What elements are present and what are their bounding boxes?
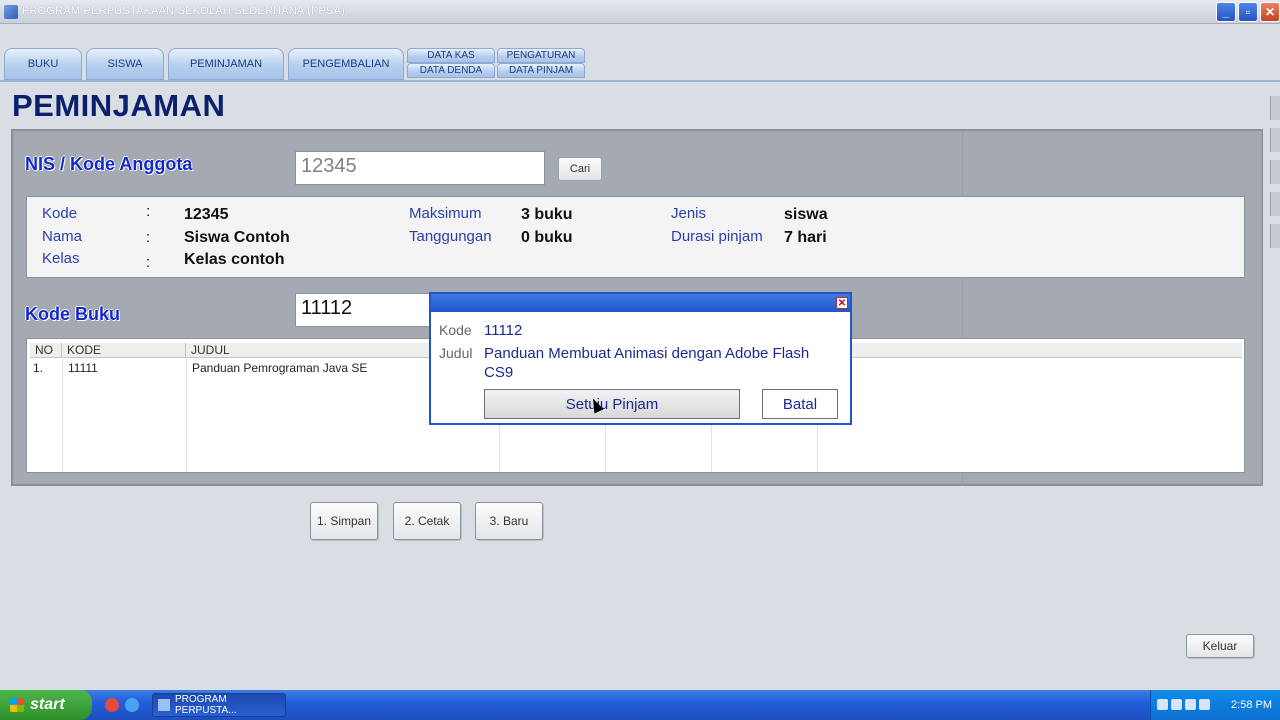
taskbar: start PROGRAM PERPUSTA... 2:58 PM bbox=[0, 690, 1280, 720]
network-icon[interactable] bbox=[1157, 699, 1168, 710]
row-kode: 11111 bbox=[68, 361, 98, 375]
nama-value: Siswa Contoh bbox=[184, 229, 290, 246]
table-column-line bbox=[62, 359, 63, 472]
dialog-judul-label: Judul bbox=[439, 345, 473, 361]
confirm-loan-dialog: ✕ Kode 11112 Judul Panduan Membuat Anima… bbox=[429, 292, 852, 425]
tab-data-pinjam[interactable]: DATA PINJAM bbox=[497, 63, 585, 78]
batal-button[interactable]: Batal bbox=[762, 389, 838, 419]
volume-icon[interactable] bbox=[1171, 699, 1182, 710]
clock: 2:58 PM bbox=[1231, 699, 1272, 711]
taskbar-program-label: PROGRAM PERPUSTA... bbox=[175, 694, 237, 716]
dialog-judul-value: Panduan Membuat Animasi dengan Adobe Fla… bbox=[484, 345, 810, 381]
dialog-title-bar bbox=[431, 294, 850, 312]
member-input[interactable]: 12345 bbox=[295, 151, 545, 185]
cetak-button[interactable]: 2. Cetak bbox=[393, 502, 461, 540]
windows-flag-icon bbox=[10, 698, 24, 712]
system-tray: 2:58 PM bbox=[1150, 690, 1280, 720]
internet-explorer-icon[interactable] bbox=[125, 698, 139, 712]
window-title-bar: PROGRAM PERPUSTAKAAN SEKOLAH SEDERHANA (… bbox=[0, 0, 1280, 24]
tab-siswa[interactable]: SISWA bbox=[86, 48, 164, 80]
tanggungan-label: Tanggungan bbox=[409, 228, 492, 245]
tab-data-kas[interactable]: DATA KAS bbox=[407, 48, 495, 63]
update-icon[interactable] bbox=[1199, 699, 1210, 710]
simpan-button[interactable]: 1. Simpan bbox=[310, 502, 378, 540]
maksimum-value: 3 buku bbox=[521, 206, 573, 223]
kode-colon: : bbox=[146, 203, 151, 220]
row-no: 1. bbox=[33, 361, 44, 375]
setuju-pinjam-button[interactable]: Setuju Pinjam bbox=[484, 389, 740, 419]
start-button[interactable]: start bbox=[0, 690, 92, 720]
right-edge-controls bbox=[1270, 96, 1280, 276]
table-header-no: NO bbox=[30, 343, 62, 358]
baru-button[interactable]: 3. Baru bbox=[475, 502, 543, 540]
tab-pengembalian[interactable]: PENGEMBALIAN bbox=[288, 48, 404, 80]
page-title: PEMINJAMAN bbox=[12, 88, 226, 123]
keluar-button[interactable]: Keluar bbox=[1186, 634, 1254, 658]
panel-grid-line bbox=[1261, 131, 1262, 486]
dialog-close-icon[interactable]: ✕ bbox=[836, 297, 848, 309]
chrome-icon[interactable] bbox=[105, 698, 119, 712]
durasi-value: 7 hari bbox=[784, 229, 827, 246]
kode-value: 12345 bbox=[184, 206, 229, 223]
dialog-kode-value: 11112 bbox=[484, 322, 523, 339]
kode-label: Kode bbox=[42, 205, 78, 222]
minimize-button[interactable]: _ bbox=[1216, 2, 1236, 22]
dialog-kode-label: Kode bbox=[439, 322, 472, 338]
nama-colon: : bbox=[146, 229, 151, 246]
tabs-divider bbox=[0, 80, 1280, 82]
program-icon bbox=[158, 699, 170, 711]
tab-pengaturan[interactable]: PENGATURAN bbox=[497, 48, 585, 63]
book-code-input[interactable]: 11112 bbox=[295, 293, 435, 327]
book-code-label: Kode Buku bbox=[25, 304, 121, 324]
member-label: NIS / Kode Anggota bbox=[25, 154, 193, 174]
table-column-line bbox=[186, 359, 187, 472]
close-button[interactable]: ✕ bbox=[1260, 2, 1280, 22]
tab-data-denda[interactable]: DATA DENDA bbox=[407, 63, 495, 78]
window-title: PROGRAM PERPUSTAKAAN SEKOLAH SEDERHANA (… bbox=[22, 5, 345, 17]
row-judul: Panduan Pemrograman Java SE bbox=[192, 361, 368, 375]
kelas-colon: : bbox=[146, 254, 151, 271]
kelas-label: Kelas bbox=[42, 250, 80, 267]
search-button[interactable]: Cari bbox=[558, 157, 602, 181]
taskbar-program-button[interactable]: PROGRAM PERPUSTA... bbox=[152, 693, 286, 717]
table-header-kode: KODE bbox=[62, 343, 186, 358]
security-icon[interactable] bbox=[1185, 699, 1196, 710]
kelas-value: Kelas contoh bbox=[184, 251, 285, 268]
nama-label: Nama bbox=[42, 228, 83, 245]
maksimum-label: Maksimum bbox=[409, 205, 482, 222]
app-icon bbox=[4, 5, 18, 19]
tanggungan-value: 0 buku bbox=[521, 229, 573, 246]
tab-buku[interactable]: BUKU bbox=[4, 48, 82, 80]
jenis-label: Jenis bbox=[671, 205, 707, 222]
durasi-label: Durasi pinjam bbox=[671, 228, 763, 245]
maximize-button[interactable]: ▫ bbox=[1238, 2, 1258, 22]
start-label: start bbox=[30, 696, 65, 713]
jenis-value: siswa bbox=[784, 206, 828, 223]
tab-peminjaman[interactable]: PEMINJAMAN bbox=[168, 48, 284, 80]
